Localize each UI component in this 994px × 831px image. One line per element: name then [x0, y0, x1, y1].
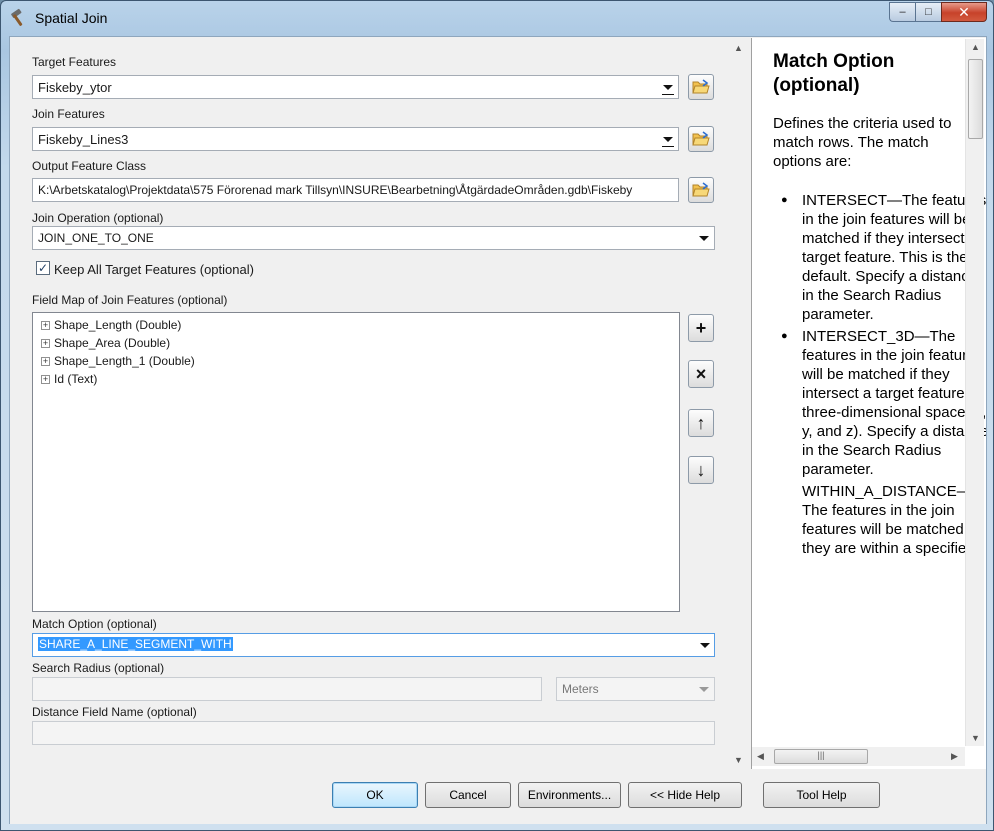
- list-item: WITHIN_A_DISTANCE—The features in the jo…: [802, 482, 986, 558]
- join-operation-label: Join Operation (optional): [32, 211, 164, 225]
- arrow-down-icon: ↓: [696, 459, 706, 480]
- add-field-button[interactable]: +: [688, 314, 714, 342]
- dialog-button-bar: OK Cancel Environments... << Hide Help T…: [10, 770, 986, 824]
- join-operation-combo[interactable]: JOIN_ONE_TO_ONE: [32, 226, 715, 250]
- field-map-tree[interactable]: + Shape_Length (Double) + Shape_Area (Doub…: [32, 312, 680, 612]
- output-browse-button[interactable]: [688, 177, 714, 203]
- match-option-value: SHARE_A_LINE_SEGMENT_WITH: [38, 637, 233, 651]
- hide-help-button[interactable]: << Hide Help: [628, 782, 742, 808]
- tree-item[interactable]: + Shape_Area (Double): [41, 334, 170, 352]
- close-button[interactable]: ✕: [941, 2, 987, 22]
- spatial-join-window: Spatial Join – □ ✕ Target Features Fiske…: [0, 0, 994, 831]
- field-map-label: Field Map of Join Features (optional): [32, 293, 228, 307]
- units-value: Meters: [562, 682, 599, 696]
- help-title: Match Option (optional): [773, 51, 895, 96]
- hammer-icon: [11, 8, 23, 26]
- minimize-button[interactable]: –: [889, 2, 915, 22]
- cancel-button[interactable]: Cancel: [425, 782, 511, 808]
- close-icon: ✕: [958, 3, 970, 20]
- output-feature-class-label: Output Feature Class: [32, 159, 147, 173]
- parameters-panel: Target Features Fiskeby_ytor Join Featur…: [11, 38, 750, 769]
- expand-icon[interactable]: +: [41, 374, 50, 384]
- help-vertical-scrollbar[interactable]: ▲ ▼: [965, 39, 984, 746]
- chevron-down-icon[interactable]: [700, 643, 710, 648]
- target-features-label: Target Features: [32, 55, 117, 69]
- tree-item[interactable]: + Id (Text): [41, 370, 97, 388]
- scroll-left-icon[interactable]: ◀: [757, 751, 764, 762]
- scroll-down-icon[interactable]: ▼: [734, 755, 743, 765]
- target-features-value: Fiskeby_ytor: [38, 79, 112, 95]
- join-operation-value: JOIN_ONE_TO_ONE: [38, 231, 154, 245]
- expand-icon[interactable]: +: [41, 356, 50, 366]
- output-feature-class-field[interactable]: K:\Arbetskatalog\Projektdata\575 Föroren…: [32, 178, 679, 202]
- target-features-combo[interactable]: Fiskeby_ytor: [32, 75, 679, 99]
- arrow-up-icon: ↑: [696, 412, 706, 433]
- chevron-down-icon[interactable]: [660, 131, 676, 147]
- tool-help-button[interactable]: Tool Help: [763, 782, 880, 808]
- list-item: INTERSECT_3D—The features in the join fe…: [781, 327, 986, 479]
- minimize-icon: –: [899, 6, 906, 18]
- folder-open-icon: [692, 182, 710, 197]
- scroll-thumb[interactable]: |||: [774, 749, 868, 764]
- expand-icon[interactable]: +: [41, 338, 50, 348]
- maximize-button[interactable]: □: [915, 2, 941, 22]
- help-panel: Match Option (optional) Defines the crite…: [751, 38, 986, 769]
- plus-icon: +: [695, 317, 707, 338]
- join-features-combo[interactable]: Fiskeby_Lines3: [32, 127, 679, 151]
- help-intro: Defines the criteria used to match rows.…: [773, 115, 952, 170]
- keep-all-label: Keep All Target Features (optional): [54, 262, 254, 277]
- join-features-label: Join Features: [32, 107, 105, 121]
- match-option-combo[interactable]: SHARE_A_LINE_SEGMENT_WITH: [32, 633, 715, 657]
- tree-item[interactable]: + Shape_Length (Double): [41, 316, 181, 334]
- scroll-thumb[interactable]: [968, 59, 983, 139]
- distance-field-label: Distance Field Name (optional): [32, 705, 197, 719]
- folder-open-icon: [692, 131, 710, 146]
- move-up-button[interactable]: ↑: [688, 409, 714, 437]
- scroll-right-icon[interactable]: ▶: [951, 751, 958, 762]
- keep-all-checkbox[interactable]: ✓: [36, 261, 50, 275]
- search-radius-label: Search Radius (optional): [32, 661, 165, 675]
- chevron-down-icon[interactable]: [696, 230, 712, 246]
- ok-button[interactable]: OK: [332, 782, 418, 808]
- list-item: INTERSECT—The features in the join featu…: [781, 191, 986, 324]
- remove-field-button[interactable]: ×: [688, 360, 714, 388]
- folder-open-icon: [692, 79, 710, 94]
- target-features-browse-button[interactable]: [688, 74, 714, 100]
- join-features-value: Fiskeby_Lines3: [38, 131, 129, 147]
- tree-item[interactable]: + Shape_Length_1 (Double): [41, 352, 195, 370]
- title-bar[interactable]: Spatial Join – □ ✕: [1, 1, 993, 35]
- help-options-list: INTERSECT—The features in the join featu…: [773, 191, 986, 558]
- environments-button[interactable]: Environments...: [518, 782, 621, 808]
- chevron-down-icon[interactable]: [660, 79, 676, 95]
- expand-icon[interactable]: +: [41, 320, 50, 330]
- chevron-down-icon[interactable]: [699, 687, 709, 692]
- dialog-client-area: Target Features Fiskeby_ytor Join Featur…: [9, 36, 987, 824]
- search-radius-field[interactable]: [32, 677, 542, 701]
- move-down-button[interactable]: ↓: [688, 456, 714, 484]
- maximize-icon: □: [925, 6, 932, 18]
- distance-field-name-input[interactable]: [32, 721, 715, 745]
- scroll-up-icon[interactable]: ▲: [734, 43, 743, 53]
- form-scrollbar[interactable]: ▲ ▼: [730, 39, 747, 769]
- search-radius-units-combo[interactable]: Meters: [556, 677, 715, 701]
- help-horizontal-scrollbar[interactable]: ◀ ||| ▶: [752, 747, 965, 766]
- match-option-label: Match Option (optional): [32, 617, 157, 631]
- window-title: Spatial Join: [35, 10, 108, 26]
- delete-x-icon: ×: [695, 363, 707, 384]
- scroll-down-icon[interactable]: ▼: [971, 733, 980, 743]
- join-features-browse-button[interactable]: [688, 126, 714, 152]
- scroll-up-icon[interactable]: ▲: [971, 42, 980, 52]
